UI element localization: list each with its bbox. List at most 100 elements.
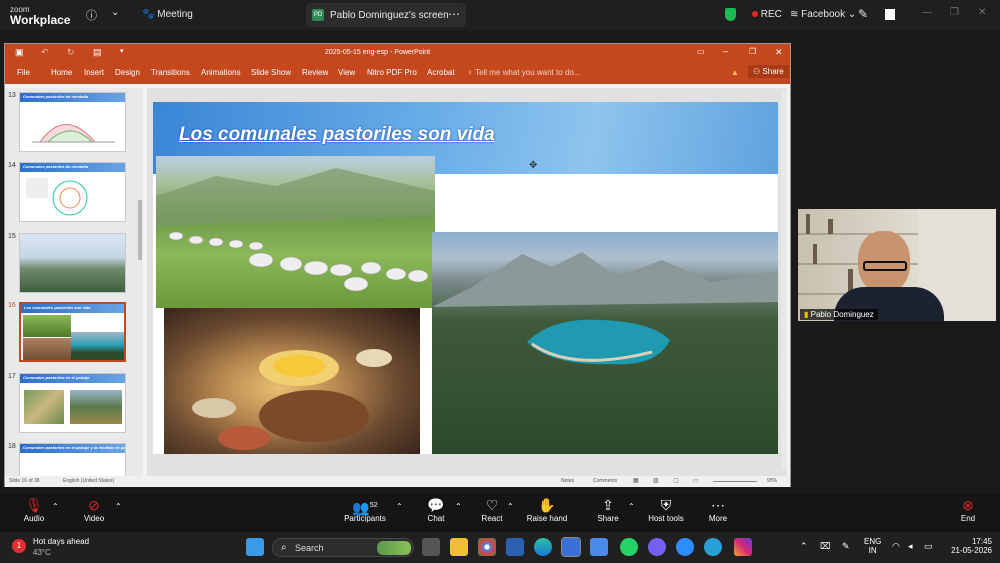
zoom-slider[interactable] bbox=[713, 481, 757, 482]
end-meeting-button[interactable]: ⊗ End bbox=[936, 497, 1000, 523]
normal-view-icon[interactable]: ▦ bbox=[633, 477, 639, 484]
chevron-up-icon[interactable]: ⌃ bbox=[115, 502, 122, 511]
slideshow-view-icon[interactable]: ▭ bbox=[693, 477, 699, 484]
speaker-icon[interactable]: ◂ bbox=[908, 541, 913, 552]
slide-thumbnail-15[interactable] bbox=[19, 233, 126, 293]
more-button[interactable]: ⋯ More bbox=[686, 497, 750, 523]
chevron-up-icon[interactable]: ⌃ bbox=[507, 502, 514, 511]
tell-me-box[interactable]: ♀ Tell me what you want to do... bbox=[467, 68, 580, 77]
chrome-icon[interactable] bbox=[478, 538, 496, 556]
share-button[interactable]: ⚇ Share bbox=[748, 65, 789, 78]
maximize-icon[interactable]: ❐ bbox=[749, 47, 756, 56]
panel-icon[interactable] bbox=[885, 9, 895, 20]
participant-name-tag: ▮ Pablo Dominguez bbox=[800, 309, 878, 320]
window-title: 2025-05-15 eng-esp - PowerPoint bbox=[325, 49, 431, 56]
edge-icon[interactable] bbox=[534, 538, 552, 556]
end-icon: ⊗ bbox=[962, 497, 974, 513]
tab-slide-show[interactable]: Slide Show bbox=[251, 68, 291, 77]
slide-thumbnail-13[interactable]: Comunales pastoriles de montaña bbox=[19, 92, 126, 152]
search-box[interactable]: ⌕ Search bbox=[272, 538, 414, 557]
task-view-icon[interactable] bbox=[422, 538, 440, 556]
maximize-icon[interactable]: ❐ bbox=[950, 7, 959, 18]
slide-thumbnail-17[interactable]: Comunales pastoriles en el paisaje bbox=[19, 373, 126, 433]
notes-button[interactable]: Notes bbox=[561, 478, 574, 484]
store-icon[interactable] bbox=[590, 538, 608, 556]
windows-start-icon[interactable] bbox=[246, 538, 264, 556]
current-slide[interactable]: Los comunales pastoriles son vida ✥ bbox=[153, 102, 778, 454]
ribbon-display-icon[interactable]: ▭ bbox=[697, 47, 705, 56]
file-explorer-icon[interactable] bbox=[450, 538, 468, 556]
meeting-button[interactable]: 🐾 Meeting bbox=[142, 9, 193, 20]
slide-thumbnail-18[interactable]: Comunales pastoriles en el paisaje y la … bbox=[19, 443, 126, 477]
zoom-app-icon[interactable] bbox=[676, 538, 694, 556]
instagram-icon[interactable] bbox=[734, 538, 752, 556]
input-language[interactable]: ENG IN bbox=[864, 537, 881, 555]
present-icon[interactable]: ▤ bbox=[93, 47, 102, 58]
tab-review[interactable]: Review bbox=[302, 68, 328, 77]
comments-button[interactable]: Comments bbox=[593, 478, 617, 484]
more-icon: ⋯ bbox=[711, 497, 725, 513]
chevron-up-icon[interactable]: ⌃ bbox=[396, 502, 403, 511]
audio-label: Audio bbox=[23, 514, 45, 523]
chevron-up-icon[interactable]: ⌃ bbox=[52, 502, 59, 511]
tab-design[interactable]: Design bbox=[115, 68, 140, 77]
rec-indicator[interactable]: REC bbox=[752, 9, 782, 20]
pen-tray-icon[interactable]: ✎ bbox=[842, 541, 850, 552]
weather-icon[interactable]: 1 bbox=[12, 539, 26, 553]
date-label: 21-05-2026 bbox=[951, 546, 992, 555]
close-icon[interactable]: ✕ bbox=[775, 47, 783, 58]
save-icon[interactable]: ▣ bbox=[15, 47, 24, 58]
wifi-icon[interactable]: ◠ bbox=[892, 541, 900, 552]
minimize-icon[interactable]: – bbox=[723, 46, 728, 56]
share-label: Share bbox=[762, 67, 784, 76]
battery-icon[interactable]: ▭ bbox=[924, 541, 933, 552]
language-indicator[interactable]: English (United States) bbox=[63, 478, 114, 484]
redo-icon[interactable]: ↻ bbox=[67, 47, 75, 58]
tab-nitro[interactable]: Nitro PDF Pro bbox=[367, 68, 417, 77]
telegram-icon[interactable] bbox=[704, 538, 722, 556]
mail-icon[interactable] bbox=[561, 537, 581, 557]
participant-video-tile[interactable]: ▮ Pablo Dominguez bbox=[798, 209, 996, 321]
chevron-down-icon[interactable]: ⌄ bbox=[111, 7, 119, 18]
tab-insert[interactable]: Insert bbox=[84, 68, 104, 77]
info-icon[interactable]: ⓘ bbox=[86, 7, 97, 23]
tab-animations[interactable]: Animations bbox=[201, 68, 241, 77]
tab-view[interactable]: View bbox=[338, 68, 355, 77]
more-options-icon[interactable]: ⋯ bbox=[448, 7, 460, 21]
undo-icon[interactable]: ↶ bbox=[41, 47, 49, 58]
reading-view-icon[interactable]: ▢ bbox=[673, 477, 679, 484]
slide-thumbnail-16[interactable]: Los comunales pastoriles son vida bbox=[19, 302, 126, 362]
minimize-icon[interactable]: — bbox=[922, 7, 932, 18]
viber-icon[interactable] bbox=[648, 538, 666, 556]
clock[interactable]: 17:45 21-05-2026 bbox=[940, 537, 992, 555]
chevron-up-icon[interactable]: ⌃ bbox=[800, 541, 808, 552]
customize-qat-icon[interactable]: ▾ bbox=[120, 47, 124, 55]
paw-icon: 🐾 bbox=[142, 9, 155, 20]
sorter-view-icon[interactable]: ▥ bbox=[653, 477, 659, 484]
slide-scrollbar[interactable] bbox=[781, 90, 787, 470]
notifications-off-icon[interactable]: ⌧ bbox=[820, 541, 830, 552]
slide-title[interactable]: Los comunales pastoriles son vida bbox=[179, 124, 495, 146]
close-icon[interactable]: ✕ bbox=[978, 7, 986, 18]
weather-title[interactable]: Hot days ahead bbox=[33, 537, 89, 546]
zoom-level[interactable]: 95% bbox=[767, 478, 777, 484]
logo-big-text: Workplace bbox=[10, 13, 71, 27]
tab-home[interactable]: Home bbox=[51, 68, 72, 77]
tab-file[interactable]: File bbox=[17, 68, 30, 77]
word-icon[interactable] bbox=[506, 538, 524, 556]
zoom-top-bar: zoom Workplace ⓘ ⌄ 🐾 Meeting PD Pablo Do… bbox=[0, 0, 1000, 30]
pen-icon[interactable]: ✎ bbox=[858, 7, 868, 21]
raise-hand-button[interactable]: ✋ Raise hand bbox=[515, 497, 579, 523]
facebook-stream-button[interactable]: ≋ Facebook ⌄ bbox=[790, 9, 856, 20]
tab-transitions[interactable]: Transitions bbox=[151, 68, 190, 77]
glasses-icon bbox=[863, 261, 907, 271]
tab-acrobat[interactable]: Acrobat bbox=[427, 68, 455, 77]
ppt-ribbon: File Home Insert Design Transitions Anim… bbox=[5, 62, 790, 84]
slide-thumbnail-14[interactable]: Comunales pastoriles de montaña bbox=[19, 162, 126, 222]
share-tab[interactable]: PD Pablo Dominguez's screen ⋯ bbox=[306, 3, 466, 27]
participants-button[interactable]: 👥52 Participants bbox=[333, 497, 397, 523]
whatsapp-icon[interactable] bbox=[620, 538, 638, 556]
hand-icon: ✋ bbox=[538, 497, 556, 513]
raise-hand-label: Raise hand bbox=[526, 514, 568, 523]
thumbnails-scrollbar[interactable] bbox=[138, 200, 142, 260]
